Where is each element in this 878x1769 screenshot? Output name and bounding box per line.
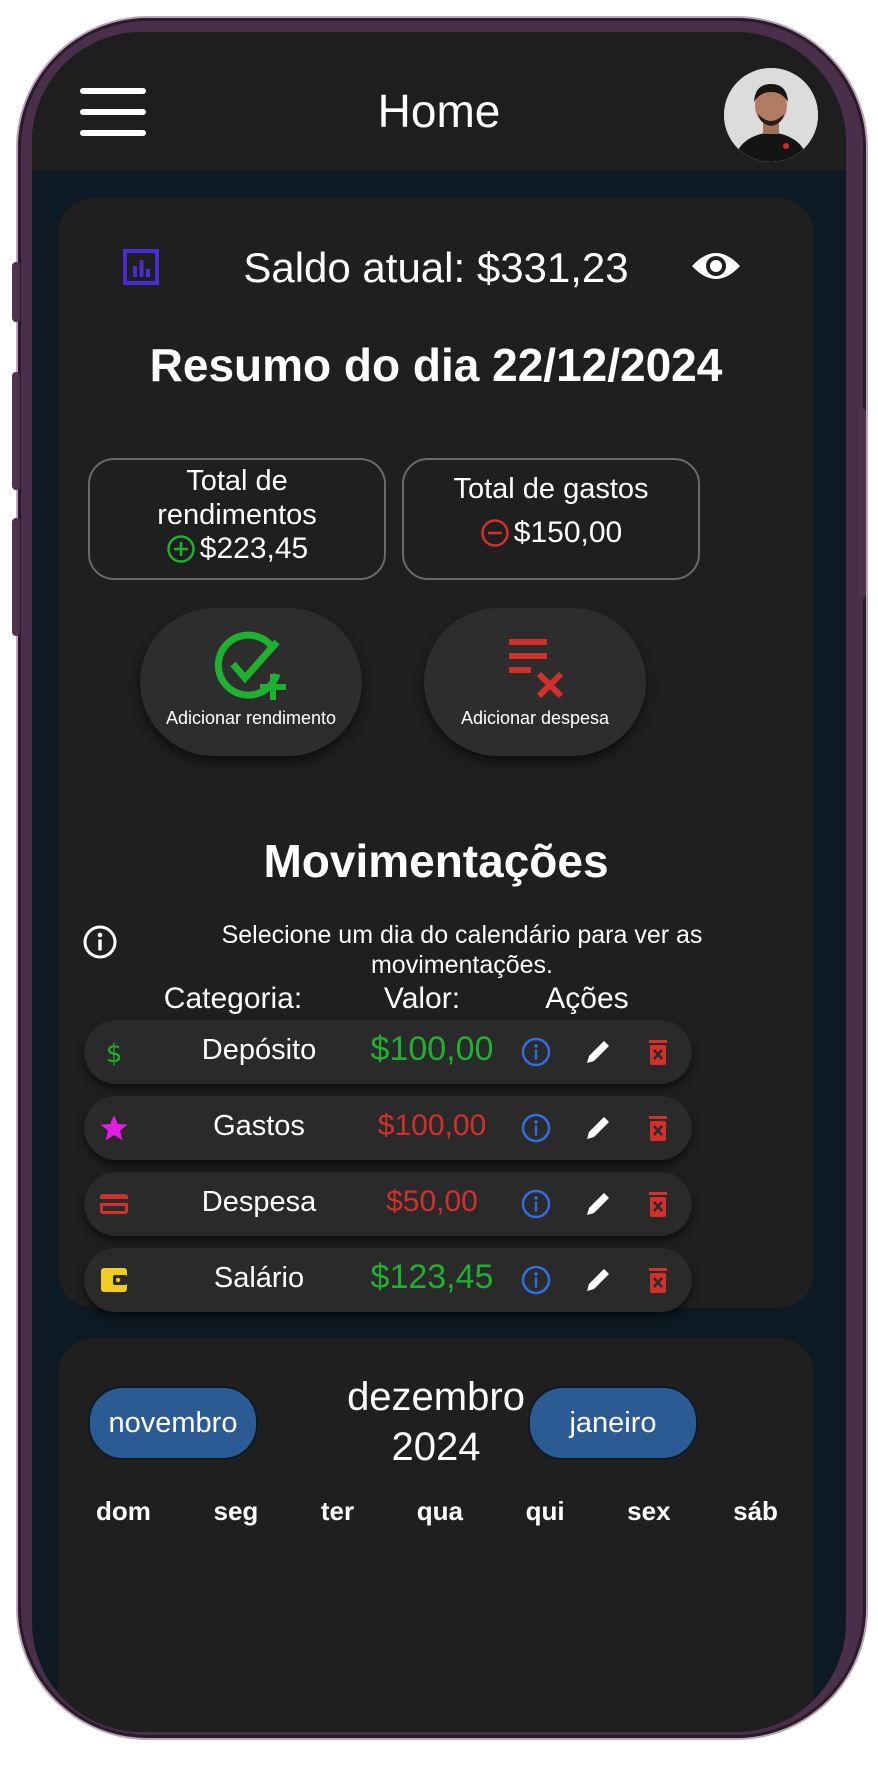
row-amount: $100,00: [370, 1030, 494, 1068]
svg-text:$: $: [106, 1039, 123, 1068]
dollar-icon: $: [106, 1039, 123, 1068]
weekday-label: sáb: [733, 1496, 778, 1526]
info-icon[interactable]: [520, 1036, 552, 1068]
delete-icon[interactable]: [642, 1264, 674, 1296]
edit-icon[interactable]: [582, 1264, 614, 1296]
add-expense-button[interactable]: Adicionar despesa: [424, 608, 646, 756]
column-header-value: Valor:: [383, 982, 461, 1015]
column-header-category: Categoria:: [163, 982, 303, 1015]
weekday-label: dom: [96, 1496, 151, 1526]
weekday-label: qua: [416, 1496, 463, 1526]
row-category: Despesa: [201, 1186, 317, 1218]
weekday-label: qui: [525, 1496, 565, 1526]
total-expenses-value: $150,00: [513, 516, 623, 549]
movements-title: Movimentações: [263, 835, 609, 887]
add-income-label: Adicionar rendimento: [165, 708, 337, 728]
delete-icon[interactable]: [642, 1188, 674, 1220]
row-amount: $100,00: [377, 1109, 487, 1142]
app-screen: Home Saldo atual: $331,23 Resumo do dia …: [32, 32, 846, 1732]
check-plus-icon: [214, 631, 286, 700]
edit-icon[interactable]: [582, 1036, 614, 1068]
info-icon[interactable]: [520, 1264, 552, 1296]
edit-icon[interactable]: [582, 1188, 614, 1220]
user-avatar[interactable]: [724, 68, 818, 162]
weekday-header: dom seg ter qua qui sex sáb: [96, 1496, 778, 1527]
row-amount: $123,45: [370, 1258, 494, 1296]
total-expenses-box: Total de gastos $150,00: [402, 458, 700, 580]
info-icon[interactable]: [520, 1112, 552, 1144]
delete-icon[interactable]: [642, 1036, 674, 1068]
balance-row: Saldo atual: $331,23: [58, 236, 814, 296]
movements-info-text: Selecione um dia do calendário para ver …: [221, 921, 703, 979]
table-row: Despesa $50,00: [84, 1172, 692, 1236]
minus-circle-icon: [481, 519, 509, 547]
next-month-button[interactable]: janeiro: [528, 1386, 698, 1460]
row-category: Gastos: [213, 1110, 305, 1142]
prev-month-button[interactable]: novembro: [88, 1386, 258, 1460]
add-income-button[interactable]: Adicionar rendimento: [140, 608, 362, 756]
phone-side-button: [12, 518, 20, 636]
list-remove-icon: [509, 639, 564, 699]
phone-side-button: [858, 408, 866, 598]
delete-icon[interactable]: [642, 1112, 674, 1144]
row-category: Depósito: [201, 1034, 317, 1066]
weekday-label: ter: [320, 1496, 355, 1526]
table-row: Gastos $100,00: [84, 1096, 692, 1160]
total-income-box: Total de rendimentos $223,45: [88, 458, 386, 580]
weekday-label: seg: [213, 1496, 259, 1526]
info-icon[interactable]: [520, 1188, 552, 1220]
calendar-card: novembro dezembro 2024 janeiro dom seg t…: [58, 1338, 814, 1732]
plus-circle-icon: [167, 535, 195, 563]
top-bar: Home: [32, 32, 846, 170]
movements-info: Selecione um dia do calendário para ver …: [58, 912, 814, 979]
column-header-actions: Ações: [545, 982, 629, 1015]
total-income-label: Total de rendimentos: [157, 465, 317, 531]
info-icon: [83, 925, 117, 959]
phone-side-button: [12, 372, 20, 490]
total-expenses-value-row: $150,00: [480, 516, 622, 550]
wallet-icon: [101, 1268, 127, 1292]
table-row: Salário $123,45: [84, 1248, 692, 1312]
edit-icon[interactable]: [582, 1112, 614, 1144]
total-income-value: $223,45: [199, 532, 309, 565]
table-row: $ Depósito $100,00: [84, 1020, 692, 1084]
phone-side-button: [12, 262, 20, 322]
total-expenses-label: Total de gastos: [453, 473, 649, 505]
total-income-value-row: $223,45: [166, 532, 308, 566]
add-expense-label: Adicionar despesa: [460, 708, 610, 728]
summary-card: Saldo atual: $331,23 Resumo do dia 22/12…: [58, 198, 814, 1312]
row-amount: $50,00: [386, 1185, 478, 1218]
star-icon: [100, 1115, 128, 1141]
summary-title: Resumo do dia 22/12/2024: [149, 339, 723, 391]
eye-icon[interactable]: [690, 246, 742, 286]
credit-card-icon: [100, 1194, 128, 1214]
row-category: Salário: [213, 1262, 305, 1294]
weekday-label: sex: [627, 1496, 671, 1526]
